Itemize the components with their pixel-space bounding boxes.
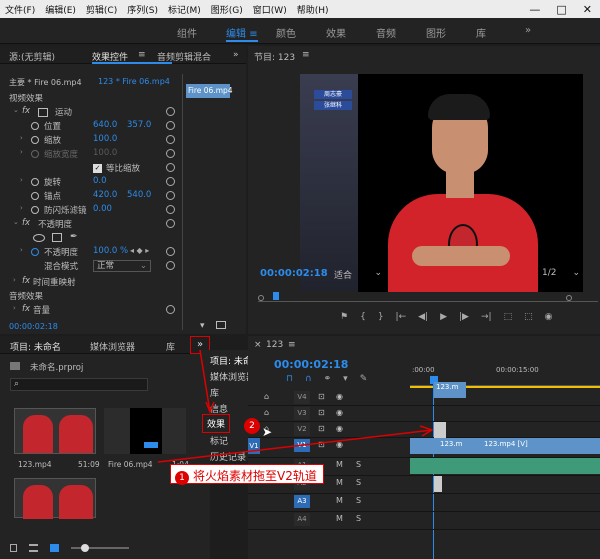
annotation-step-2: 2	[244, 418, 260, 434]
mouse-cursor-icon: ➤	[262, 425, 273, 439]
step-1-number: 1	[175, 471, 189, 485]
annotation-step-1: 1 将火焰素材拖至V2轨道	[170, 464, 324, 485]
step-1-text: 将火焰素材拖至V2轨道	[193, 469, 317, 483]
